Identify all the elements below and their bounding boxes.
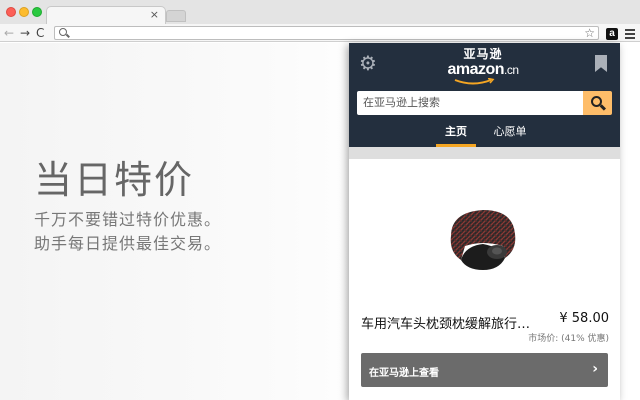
tab-wishlist[interactable]: 心愿单 <box>485 123 535 147</box>
search-icon <box>59 28 67 36</box>
tab-home[interactable]: 主页 <box>436 123 476 147</box>
amazon-extension-icon[interactable]: a <box>606 28 618 40</box>
hero-subtitle-line-1: 千万不要错过特价优惠。 <box>34 210 222 229</box>
amazon-logo: 亚马逊 amazon.cn <box>443 48 523 88</box>
bookmark-icon[interactable] <box>595 55 607 72</box>
tab-strip: × <box>0 0 640 24</box>
logo-chinese-text: 亚马逊 <box>463 47 503 61</box>
tab-close-icon[interactable]: × <box>150 9 159 21</box>
market-price-discount: 市场价: (41% 优惠) <box>528 334 609 344</box>
logo-english-text: amazon.cn <box>447 61 519 78</box>
popup-header: ⚙ 亚马逊 amazon.cn 在亚马逊上搜索 主页 心愿单 <box>349 43 620 147</box>
view-on-amazon-label: 在亚马逊上查看 <box>369 368 439 379</box>
reload-button[interactable]: C <box>36 25 44 41</box>
bookmark-star-icon[interactable]: ☆ <box>584 26 595 40</box>
view-on-amazon-button[interactable]: 在亚马逊上查看 › <box>361 353 608 387</box>
product-image[interactable] <box>443 198 523 278</box>
address-bar[interactable]: ☆ <box>54 26 599 40</box>
gear-icon[interactable]: ⚙ <box>359 53 379 73</box>
search-bar: 在亚马逊上搜索 <box>357 91 612 115</box>
search-input[interactable]: 在亚马逊上搜索 <box>357 91 583 115</box>
chevron-right-icon: › <box>592 361 598 377</box>
logo-smile-icon <box>454 78 495 85</box>
product-title[interactable]: 车用汽车头枕颈枕缓解旅行疲劳 <box>361 313 536 332</box>
hero-title: 当日特价 <box>34 158 195 202</box>
forward-button[interactable]: → <box>20 25 30 41</box>
minimize-window-button[interactable] <box>19 7 29 17</box>
search-button[interactable] <box>583 91 612 115</box>
browser-toolbar: ← → C ☆ <box>0 24 640 42</box>
back-button[interactable]: ← <box>4 25 14 41</box>
maximize-window-button[interactable] <box>32 7 42 17</box>
product-price: ¥ 58.00 <box>559 311 609 326</box>
extension-popup: ⚙ 亚马逊 amazon.cn 在亚马逊上搜索 主页 心愿单 车用汽车头枕颈枕缓… <box>349 43 620 400</box>
browser-menu-icon[interactable] <box>625 29 635 41</box>
section-divider <box>349 147 620 159</box>
close-window-button[interactable] <box>6 7 16 17</box>
new-tab-button[interactable] <box>166 10 186 22</box>
browser-tab[interactable]: × <box>46 6 166 24</box>
hero-subtitle-line-2: 助手每日提供最佳交易。 <box>34 234 222 253</box>
